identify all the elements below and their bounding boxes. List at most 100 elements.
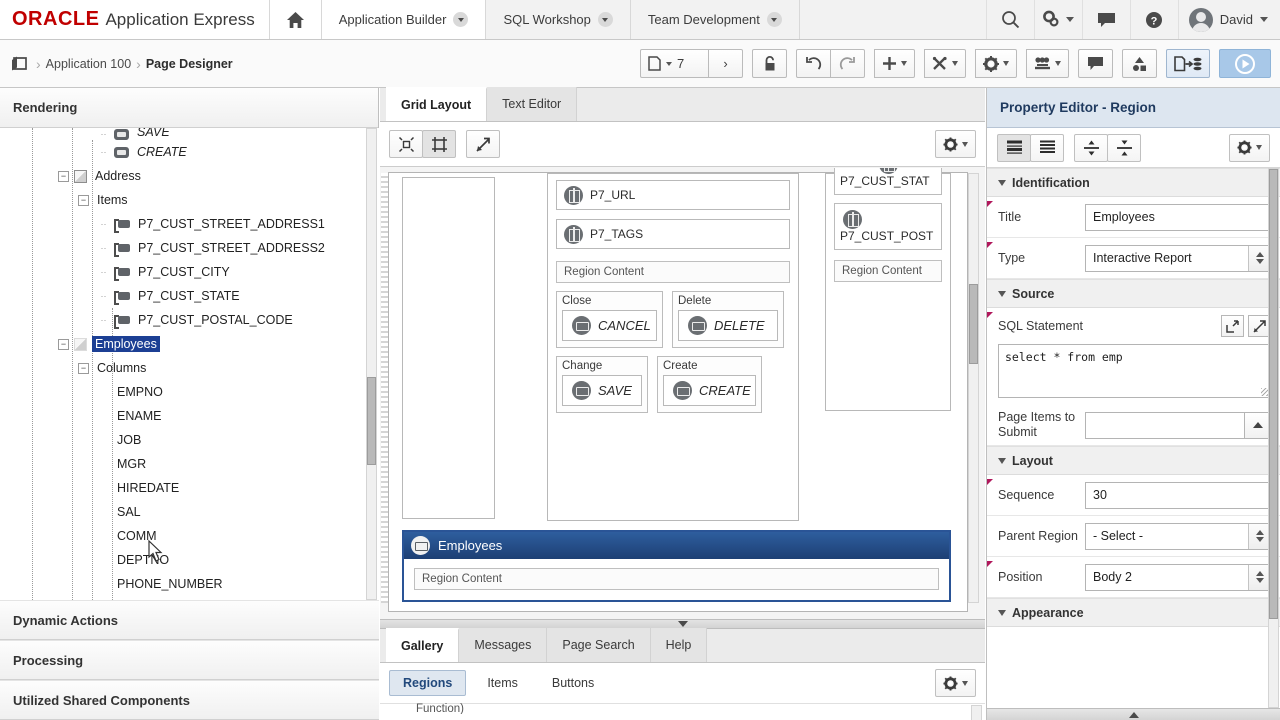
gallery-settings-button[interactable] (935, 669, 976, 697)
tree-scrollbar[interactable] (366, 128, 377, 600)
property-row-parent-region[interactable]: Parent Region - Select - (987, 516, 1280, 557)
grid-item-box-postal[interactable]: P7_CUST_POST (834, 203, 942, 250)
type-select[interactable]: Interactive Report (1085, 244, 1271, 272)
gallery-filter-buttons[interactable]: Buttons (539, 670, 607, 696)
property-row-sequence[interactable]: Sequence 30 (987, 475, 1280, 516)
redo-button[interactable] (830, 49, 865, 78)
tree-collapse-toggle[interactable]: − (78, 362, 89, 374)
grid-region-center[interactable]: P7_URL P7_TAGS Region Content Close CANC… (547, 173, 799, 521)
collapse-nodes-button[interactable] (389, 130, 423, 158)
region-content-placeholder[interactable]: Region Content (834, 260, 942, 282)
tree-node[interactable]: ·· P7_CUST_POSTAL_CODE (0, 308, 379, 332)
button-slot-create[interactable]: Create CREATE (657, 356, 762, 413)
canvas-scrollbar[interactable] (968, 173, 979, 603)
title-input[interactable]: Employees (1085, 203, 1271, 231)
page-settings-button[interactable] (975, 49, 1017, 78)
tree-collapse-toggle[interactable]: − (58, 170, 69, 182)
grid-region-right[interactable]: P7_CUST_STAT P7_CUST_POST Region Content (825, 168, 951, 411)
page-flip-icon[interactable] (11, 55, 31, 72)
page-number-field[interactable]: 7 (640, 49, 709, 78)
sequence-input[interactable]: 30 (1085, 481, 1271, 509)
expand-all-button[interactable] (1107, 133, 1141, 162)
tree-node[interactable]: − Columns (0, 356, 379, 380)
gallery-item-map-chart[interactable]: Map Chart (592, 705, 692, 720)
property-row-type[interactable]: Type Interactive Report (987, 238, 1280, 279)
tab-page-search[interactable]: Page Search (547, 628, 651, 662)
tab-help[interactable]: Help (650, 628, 708, 662)
tab-gallery[interactable]: Gallery (386, 628, 460, 662)
tree-node[interactable]: ·· P7_CUST_STREET_ADDRESS1 (0, 212, 379, 236)
page-items-to-submit-input[interactable] (1085, 411, 1245, 439)
tree-node[interactable]: ·· CREATE (0, 140, 379, 164)
rendering-tree[interactable]: ·· SAVE ·· CREATE − Address − Items ·· P7_CUST_ST… (0, 128, 379, 600)
grid-button-save[interactable]: SAVE (562, 375, 642, 406)
flat-view-button[interactable] (1030, 133, 1064, 162)
tree-node[interactable]: − Items (0, 188, 379, 212)
sql-statement-textarea[interactable]: select * from emp (998, 344, 1271, 398)
property-row-title[interactable]: Title Employees (987, 197, 1280, 238)
tree-node[interactable]: ENAME (0, 404, 379, 428)
accordion-header-dynamic-actions[interactable]: Dynamic Actions (0, 600, 379, 640)
save-to-database-button[interactable] (1166, 49, 1210, 78)
page-items-popup-button[interactable] (1244, 411, 1271, 439)
accordion-header-processing[interactable]: Processing (0, 640, 379, 680)
code-editor-button[interactable] (1221, 315, 1244, 337)
property-editor-scrollbar-thumb[interactable] (1269, 169, 1278, 619)
tree-node[interactable]: − Address (0, 164, 379, 188)
expand-nodes-button[interactable] (422, 130, 456, 158)
gallery-filter-regions[interactable]: Regions (389, 670, 467, 696)
tree-node[interactable]: − Employees (0, 332, 379, 356)
nav-tab-sql-workshop[interactable]: SQL Workshop (486, 0, 631, 39)
utilities-button[interactable] (924, 49, 966, 78)
position-select[interactable]: Body 2 (1085, 563, 1271, 591)
gallery-item-list[interactable]: List (492, 705, 592, 720)
tree-node[interactable]: SAL (0, 500, 379, 524)
nav-tab-application-builder[interactable]: Application Builder (321, 0, 487, 39)
grid-button-create[interactable]: CREATE (663, 375, 756, 406)
grid-item-p7-tags[interactable]: P7_TAGS (556, 219, 790, 249)
page-lock-button[interactable] (752, 49, 787, 78)
user-menu[interactable]: David (1177, 0, 1280, 39)
button-slot-change[interactable]: Change SAVE (556, 356, 648, 413)
gallery-scrollbar[interactable] (971, 705, 982, 720)
grid-button-cancel[interactable]: CANCEL (562, 310, 657, 341)
fullscreen-button[interactable] (466, 130, 500, 158)
grid-item-box-state[interactable]: P7_CUST_STAT (834, 168, 942, 195)
splitter-expand-icon[interactable] (1129, 711, 1139, 718)
gallery-item-region-display-selector[interactable]: Region Display Selector (792, 705, 892, 720)
canvas-scrollbar-thumb[interactable] (969, 284, 978, 364)
button-slot-delete[interactable]: Delete DELETE (672, 291, 784, 348)
tree-node[interactable]: ·· P7_CUST_CITY (0, 260, 379, 284)
upgrade-button[interactable] (1122, 49, 1157, 78)
tree-node[interactable]: JOB (0, 428, 379, 452)
region-content-placeholder[interactable]: Region Content (414, 568, 939, 590)
comments-button[interactable] (1081, 0, 1130, 39)
layout-settings-button[interactable] (935, 130, 976, 158)
property-row-position[interactable]: Position Body 2 (987, 557, 1280, 598)
region-header[interactable]: Employees (404, 532, 949, 559)
page-go-button[interactable]: › (708, 49, 743, 78)
breadcrumb-item-application[interactable]: Application 100 (46, 57, 131, 71)
property-group-appearance[interactable]: Appearance (987, 598, 1280, 627)
accordion-header-shared-components[interactable]: Utilized Shared Components (0, 680, 379, 720)
property-row-sql-statement[interactable]: SQL Statement select * from emp (987, 308, 1280, 398)
region-content-placeholder[interactable]: Region Content (556, 261, 790, 283)
property-editor-settings-button[interactable] (1229, 133, 1270, 162)
property-group-identification[interactable]: Identification (987, 168, 1280, 197)
help-button[interactable]: ? (1129, 0, 1178, 39)
property-editor-bottom-splitter[interactable] (987, 708, 1280, 720)
tree-node[interactable]: PHONE_NUMBER (0, 572, 379, 596)
property-row-page-items-to-submit[interactable]: Page Items to Submit (987, 405, 1280, 446)
button-slot-close[interactable]: Close CANCEL (556, 291, 663, 348)
nav-tab-team-development[interactable]: Team Development (631, 0, 800, 39)
gallery-item-plsql-dynamic-content[interactable]: PL/SQL Dynamic Content (692, 705, 792, 720)
tree-node[interactable]: ·· SAVE (0, 128, 379, 140)
grid-button-delete[interactable]: DELETE (678, 310, 778, 341)
run-page-button[interactable] (1219, 49, 1271, 78)
tree-node[interactable]: HIREDATE (0, 476, 379, 500)
property-editor-scrollbar[interactable] (1268, 168, 1279, 708)
tree-collapse-toggle[interactable]: − (58, 338, 69, 350)
tab-text-editor[interactable]: Text Editor (487, 87, 578, 121)
gallery-filter-items[interactable]: Items (474, 670, 531, 696)
accordion-header-rendering[interactable]: Rendering (0, 88, 378, 128)
